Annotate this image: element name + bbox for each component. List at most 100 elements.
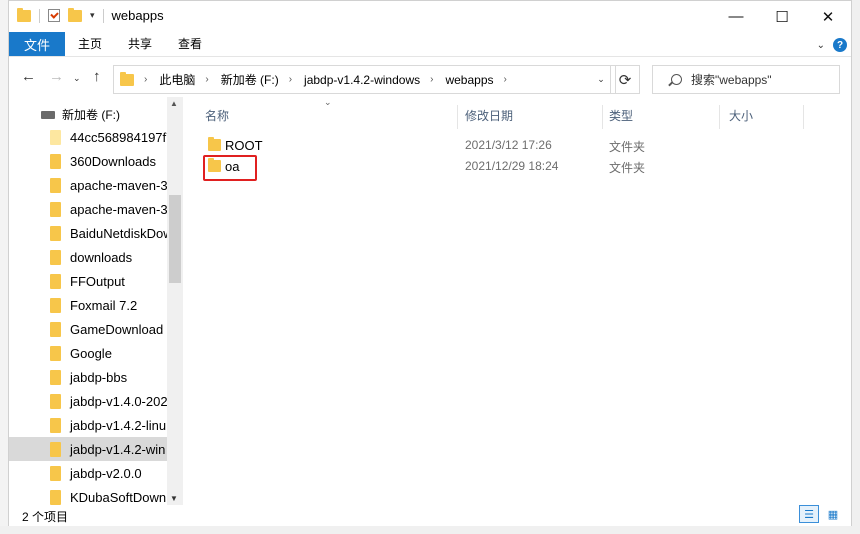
tree-item-label: downloads xyxy=(70,249,133,265)
refresh-button[interactable]: ⟳ xyxy=(610,65,640,94)
file-type: 文件夹 xyxy=(609,140,646,154)
tree-item[interactable]: apache-maven-3 xyxy=(9,197,169,221)
maximize-button[interactable]: ☐ xyxy=(759,1,805,32)
tree-item-label: Foxmail 7.2 xyxy=(70,297,138,313)
up-arrow-icon[interactable]: ↑ xyxy=(93,68,101,85)
tree-item-label: jabdp-v1.4.2-win xyxy=(70,441,166,457)
breadcrumb-webapps[interactable]: webapps xyxy=(445,73,493,87)
quick-access-toolbar: ▾ webapps xyxy=(17,7,164,23)
chevron-right-icon[interactable]: › xyxy=(144,74,147,85)
window-controls: — ☐ ✕ xyxy=(713,1,851,32)
ribbon-tabs: 主页 共享 查看 xyxy=(65,32,215,56)
back-arrow-icon[interactable]: ← xyxy=(21,68,36,85)
status-bar: 2 个项目 ☰ ▦ xyxy=(9,505,851,527)
background-left-strip xyxy=(0,0,8,534)
view-buttons: ☰ ▦ xyxy=(795,505,843,523)
tree-item-selected[interactable]: jabdp-v1.4.2-win xyxy=(9,437,169,461)
tree-item-label: jabdp-v1.4.0-202 xyxy=(70,393,168,409)
folder-icon xyxy=(50,153,61,169)
folder-tree: 44cc568984197f7 360Downloads apache-mave… xyxy=(9,125,169,505)
tree-item[interactable]: jabdp-v1.4.2-linu xyxy=(9,413,169,437)
folder-icon xyxy=(50,417,61,433)
tab-view[interactable]: 查看 xyxy=(165,32,215,56)
tab-file[interactable]: 文件 xyxy=(9,32,65,56)
new-folder-icon[interactable] xyxy=(68,7,82,22)
title-bar: ▾ webapps — ☐ ✕ xyxy=(9,1,851,32)
folder-icon xyxy=(50,249,61,265)
expand-ribbon-icon[interactable]: ⌄ xyxy=(817,40,825,51)
drive-label: 新加卷 (F:) xyxy=(62,108,120,122)
folder-icon xyxy=(50,345,61,361)
column-header-date[interactable]: 修改日期 xyxy=(465,103,513,129)
close-button[interactable]: ✕ xyxy=(805,1,851,32)
large-icons-view-icon[interactable]: ▦ xyxy=(823,505,843,523)
properties-icon[interactable] xyxy=(48,9,60,22)
tree-item[interactable]: BaiduNetdiskDow xyxy=(9,221,169,245)
breadcrumb-jabdp[interactable]: jabdp-v1.4.2-windows xyxy=(304,73,420,87)
folder-icon xyxy=(50,489,61,505)
column-header-size[interactable]: 大小 xyxy=(729,103,753,129)
chevron-right-icon[interactable]: › xyxy=(205,74,208,85)
tree-drive-f[interactable]: 新加卷 (F:) xyxy=(41,106,120,123)
tab-share[interactable]: 共享 xyxy=(115,32,165,56)
column-divider[interactable] xyxy=(457,105,458,129)
folder-icon xyxy=(120,71,134,86)
folder-icon xyxy=(50,441,61,457)
file-date: 2021/3/12 17:26 xyxy=(465,138,552,152)
tree-item-label: apache-maven-3 xyxy=(70,177,168,193)
tree-item[interactable]: jabdp-bbs xyxy=(9,365,169,389)
scroll-up-icon[interactable]: ▲ xyxy=(170,99,178,108)
folder-icon xyxy=(50,297,61,313)
breadcrumb-this-pc[interactable]: 此电脑 xyxy=(159,71,195,88)
chevron-right-icon[interactable]: › xyxy=(289,74,292,85)
folder-icon xyxy=(50,321,61,337)
file-type: 文件夹 xyxy=(609,161,646,175)
address-bar[interactable]: › 此电脑 › 新加卷 (F:) › jabdp-v1.4.2-windows … xyxy=(113,65,616,94)
file-list: ⌄ 名称 修改日期 类型 大小 ROOT 2021/3/12 17:26 文件夹… xyxy=(195,97,845,505)
folder-icon xyxy=(50,129,61,145)
chevron-right-icon[interactable]: › xyxy=(504,74,507,85)
search-box[interactable]: 搜索"webapps" xyxy=(652,65,840,94)
recent-locations-chevron-icon[interactable]: ⌄ xyxy=(73,73,81,84)
tree-item-label: FFOutput xyxy=(70,273,125,289)
folder-icon xyxy=(50,393,61,409)
tree-item[interactable]: GameDownload xyxy=(9,317,169,341)
column-divider[interactable] xyxy=(719,105,720,129)
column-divider[interactable] xyxy=(803,105,804,129)
breadcrumb-drive[interactable]: 新加卷 (F:) xyxy=(221,71,279,88)
tree-item[interactable]: KDubaSoftDown xyxy=(9,485,169,505)
tree-item[interactable]: Foxmail 7.2 xyxy=(9,293,169,317)
tree-item[interactable]: jabdp-v2.0.0 xyxy=(9,461,169,485)
tree-item[interactable]: Google xyxy=(9,341,169,365)
chevron-right-icon[interactable]: › xyxy=(430,74,433,85)
file-row[interactable]: oa 2021/12/29 18:24 文件夹 xyxy=(195,155,805,177)
file-row[interactable]: ROOT 2021/3/12 17:26 文件夹 xyxy=(195,134,805,156)
tree-item[interactable]: FFOutput xyxy=(9,269,169,293)
tree-item-label: KDubaSoftDown xyxy=(70,489,167,505)
folder-icon xyxy=(17,7,31,22)
details-view-icon[interactable]: ☰ xyxy=(799,505,819,523)
tree-item[interactable]: apache-maven-3 xyxy=(9,173,169,197)
drive-icon xyxy=(41,110,55,119)
divider xyxy=(102,8,104,23)
tree-item[interactable]: downloads xyxy=(9,245,169,269)
tree-item[interactable]: jabdp-v1.4.0-202 xyxy=(9,389,169,413)
tab-home[interactable]: 主页 xyxy=(65,32,115,56)
nav-pane-scrollbar[interactable]: ▲ ▼ xyxy=(167,97,183,505)
column-divider[interactable] xyxy=(602,105,603,129)
ribbon-controls: ⌄ ? xyxy=(817,38,847,52)
scrollbar-thumb[interactable] xyxy=(169,195,181,283)
scroll-down-icon[interactable]: ▼ xyxy=(170,494,178,503)
customize-toolbar-arrow-icon[interactable]: ▾ xyxy=(90,10,95,21)
tree-item[interactable]: 360Downloads xyxy=(9,149,169,173)
minimize-button[interactable]: — xyxy=(713,1,759,32)
search-input[interactable]: 搜索"webapps" xyxy=(691,71,772,88)
tree-item-label: Google xyxy=(70,345,112,361)
tree-item-label: 360Downloads xyxy=(70,153,157,169)
column-header-type[interactable]: 类型 xyxy=(609,103,633,129)
help-icon[interactable]: ? xyxy=(833,38,847,52)
forward-arrow-icon[interactable]: → xyxy=(49,68,64,85)
tree-item[interactable]: 44cc568984197f7 xyxy=(9,125,169,149)
column-header-name[interactable]: 名称 xyxy=(205,103,229,129)
tree-item-label: BaiduNetdiskDow xyxy=(70,225,169,241)
